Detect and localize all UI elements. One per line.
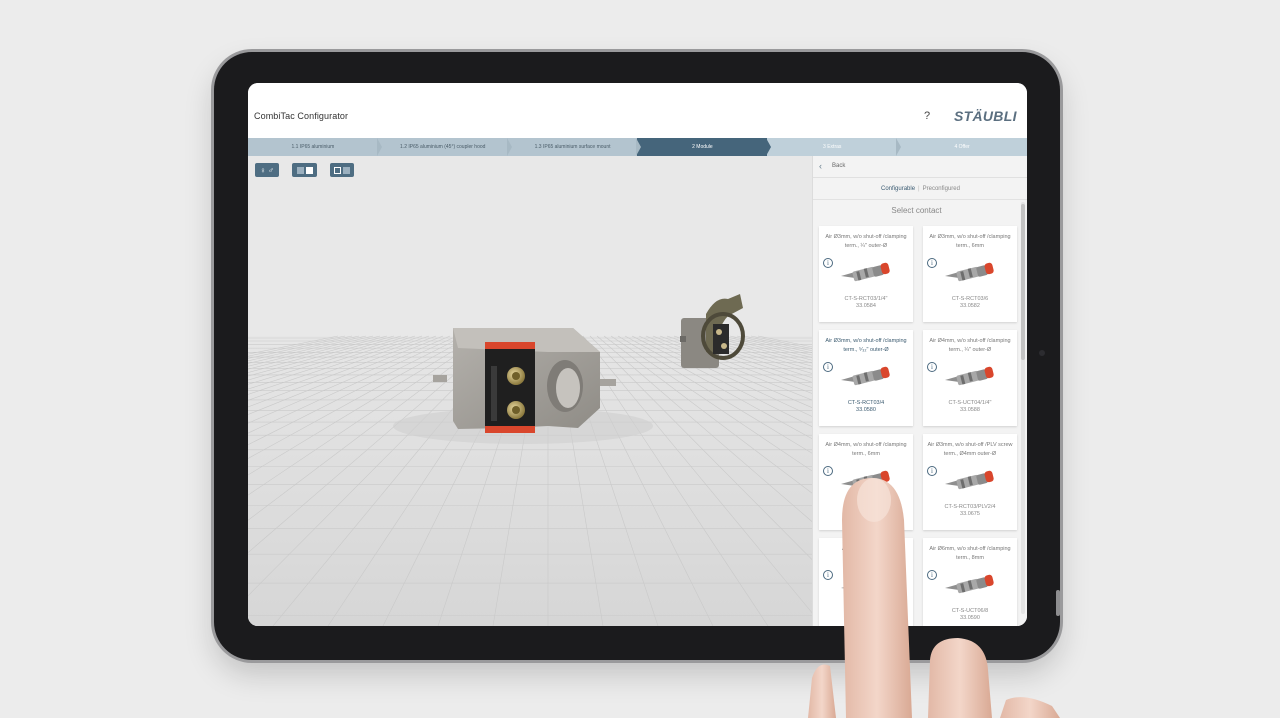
back-label: Back	[832, 163, 846, 169]
square-icon	[296, 166, 304, 174]
connector-image	[837, 466, 895, 492]
contact-code: CT-S-RCT03/PLV2/4	[944, 504, 996, 510]
contact-code: CT-S-UCT04/1/4"	[948, 400, 992, 406]
contact-article-number: 33.0588	[960, 407, 980, 413]
connector-image	[837, 362, 895, 388]
contact-code-block: CT	[819, 608, 913, 615]
contact-description: Air Ø3mm, w/o shut-off /clamping term., …	[825, 234, 907, 249]
contact-code-block: CT-S-RCT03/6 33.0582	[923, 296, 1017, 310]
square-dim-icon	[343, 166, 350, 174]
connector-image	[941, 362, 999, 388]
contact-description: Air Ø3mm, screw te	[841, 546, 891, 552]
step-label: 1.2 IP65 aluminium (45°) coupler hood	[400, 144, 486, 150]
info-icon[interactable]: i	[927, 570, 937, 580]
contact-code-block: CT-S-RCT03/4 33.0580	[819, 400, 913, 414]
gender-icon: ♀ ♂	[259, 165, 275, 175]
info-icon[interactable]: i	[823, 258, 833, 268]
app-header: CombiTac Configurator ? STÄUBLI	[248, 83, 1027, 138]
brand-logo: STÄUBLI	[954, 108, 1017, 124]
contact-code: CT-S-UCT06/8	[951, 608, 989, 614]
step-label: 1.3 IP65 aluminium surface mount	[534, 144, 611, 150]
app-title: CombiTac Configurator	[254, 111, 349, 121]
info-icon[interactable]: i	[927, 258, 937, 268]
contact-panel: ‹ Back Configurable | Preconfigured Select…	[812, 156, 1027, 626]
contact-card[interactable]: Air Ø6mm, w/o shut-off /clamping term., …	[923, 538, 1017, 626]
info-icon[interactable]: i	[823, 362, 833, 372]
contact-code: CT	[862, 608, 870, 614]
contact-article-number: 33.0590	[960, 615, 980, 621]
connector-image	[941, 258, 999, 284]
3d-viewport[interactable]: ♀ ♂	[248, 156, 812, 626]
contact-code: CT-S-RCT03/1/4"	[844, 296, 888, 302]
contact-code-block: CT-S-RCT03/1/4" 33.0584	[819, 296, 913, 310]
contact-description: Air Ø3mm, w/o shut-off /clamping term., …	[929, 234, 1011, 249]
contact-code-block: CT-S	[819, 504, 913, 511]
connector-image	[941, 466, 999, 492]
view-toggle-button[interactable]	[292, 163, 317, 177]
step-label: 1.1 IP65 aluminium	[291, 144, 335, 150]
contact-code-block: CT-S-UCT04/1/4" 33.0588	[923, 400, 1017, 414]
contact-card[interactable]: Air Ø4mm, w/o shut-off /clamping term., …	[923, 330, 1017, 426]
contact-card[interactable]: Air Ø3mm, w/o shut-off /clamping term., …	[819, 330, 913, 426]
connector-image	[837, 258, 895, 284]
contact-card[interactable]: Air Ø3mm, screw te i CT	[819, 538, 913, 626]
contact-article-number: 33.0584	[856, 303, 876, 309]
step-4[interactable]: 3 Extras	[767, 138, 901, 156]
info-icon[interactable]: i	[823, 570, 833, 580]
contact-article-number: 33.0580	[856, 407, 876, 413]
contact-card[interactable]: Air Ø3mm, w/o shut-off /clamping term., …	[923, 226, 1017, 322]
contact-article-number: 33.0675	[960, 511, 980, 517]
connector-image	[941, 570, 999, 596]
step-2[interactable]: 1.3 IP65 aluminium surface mount	[507, 138, 642, 156]
contact-card[interactable]: Air Ø3mm, w/o shut-off /PLV screw term.,…	[923, 434, 1017, 530]
contact-description: Air Ø6mm, w/o shut-off /clamping term., …	[929, 546, 1011, 561]
contact-card[interactable]: Air Ø4mm, w/o shut-off /clamping term., …	[819, 434, 913, 530]
contact-code-block: CT-S-UCT06/8 33.0590	[923, 608, 1017, 622]
contact-description: Air Ø4mm, w/o shut-off /clamping term., …	[929, 338, 1011, 353]
info-icon[interactable]: i	[927, 362, 937, 372]
contact-article-number: 33.0582	[960, 303, 980, 309]
contact-description: Air Ø4mm, w/o shut-off /clamping term., …	[825, 442, 907, 457]
tablet-side-button	[1056, 590, 1060, 616]
mode-separator: |	[918, 186, 920, 192]
square-filled-icon	[305, 166, 313, 174]
step-3[interactable]: 2 Module	[637, 138, 772, 156]
contact-code: CT-S-RCT03/4	[847, 400, 885, 406]
info-icon[interactable]: i	[927, 466, 937, 476]
gender-toggle-button[interactable]: ♀ ♂	[255, 163, 279, 177]
tablet-camera	[1039, 350, 1045, 356]
chevron-left-icon: ‹	[819, 161, 822, 171]
step-5[interactable]: 4 Offer	[897, 138, 1027, 156]
step-label: 2 Module	[692, 144, 713, 150]
app-screen: CombiTac Configurator ? STÄUBLI 1.1 IP65…	[248, 83, 1027, 626]
contact-description: Air Ø3mm, w/o shut-off /clamping term., …	[825, 338, 907, 353]
contact-card[interactable]: Air Ø3mm, w/o shut-off /clamping term., …	[819, 226, 913, 322]
panel-scrollbar-thumb[interactable]	[1021, 204, 1025, 360]
step-label: 3 Extras	[823, 144, 842, 150]
help-icon[interactable]: ?	[924, 110, 930, 122]
mode-configurable-tab[interactable]: Configurable	[881, 186, 915, 192]
step-label: 4 Offer	[954, 144, 970, 150]
connector-image	[837, 570, 895, 596]
step-0[interactable]: 1.1 IP65 aluminium	[248, 138, 382, 156]
layout-toggle-button[interactable]	[330, 163, 354, 177]
info-icon[interactable]: i	[823, 466, 833, 476]
progress-steps: 1.1 IP65 aluminium 1.2 IP65 aluminium (45…	[248, 138, 1027, 156]
mode-switch: Configurable | Preconfigured	[813, 178, 1027, 200]
contact-code: CT-S	[859, 504, 873, 510]
mode-preconfigured-tab[interactable]: Preconfigured	[923, 186, 960, 192]
contact-code: CT-S-RCT03/6	[951, 296, 989, 302]
square-outline-icon	[334, 166, 341, 174]
contact-code-block: CT-S-RCT03/PLV2/4 33.0675	[923, 504, 1017, 518]
back-button[interactable]: ‹ Back	[813, 156, 1027, 178]
3d-scene[interactable]	[248, 156, 812, 626]
step-1[interactable]: 1.2 IP65 aluminium (45°) coupler hood	[377, 138, 512, 156]
contact-description: Air Ø3mm, w/o shut-off /PLV screw term.,…	[927, 442, 1013, 457]
select-contact-heading: Select contact	[891, 206, 942, 215]
